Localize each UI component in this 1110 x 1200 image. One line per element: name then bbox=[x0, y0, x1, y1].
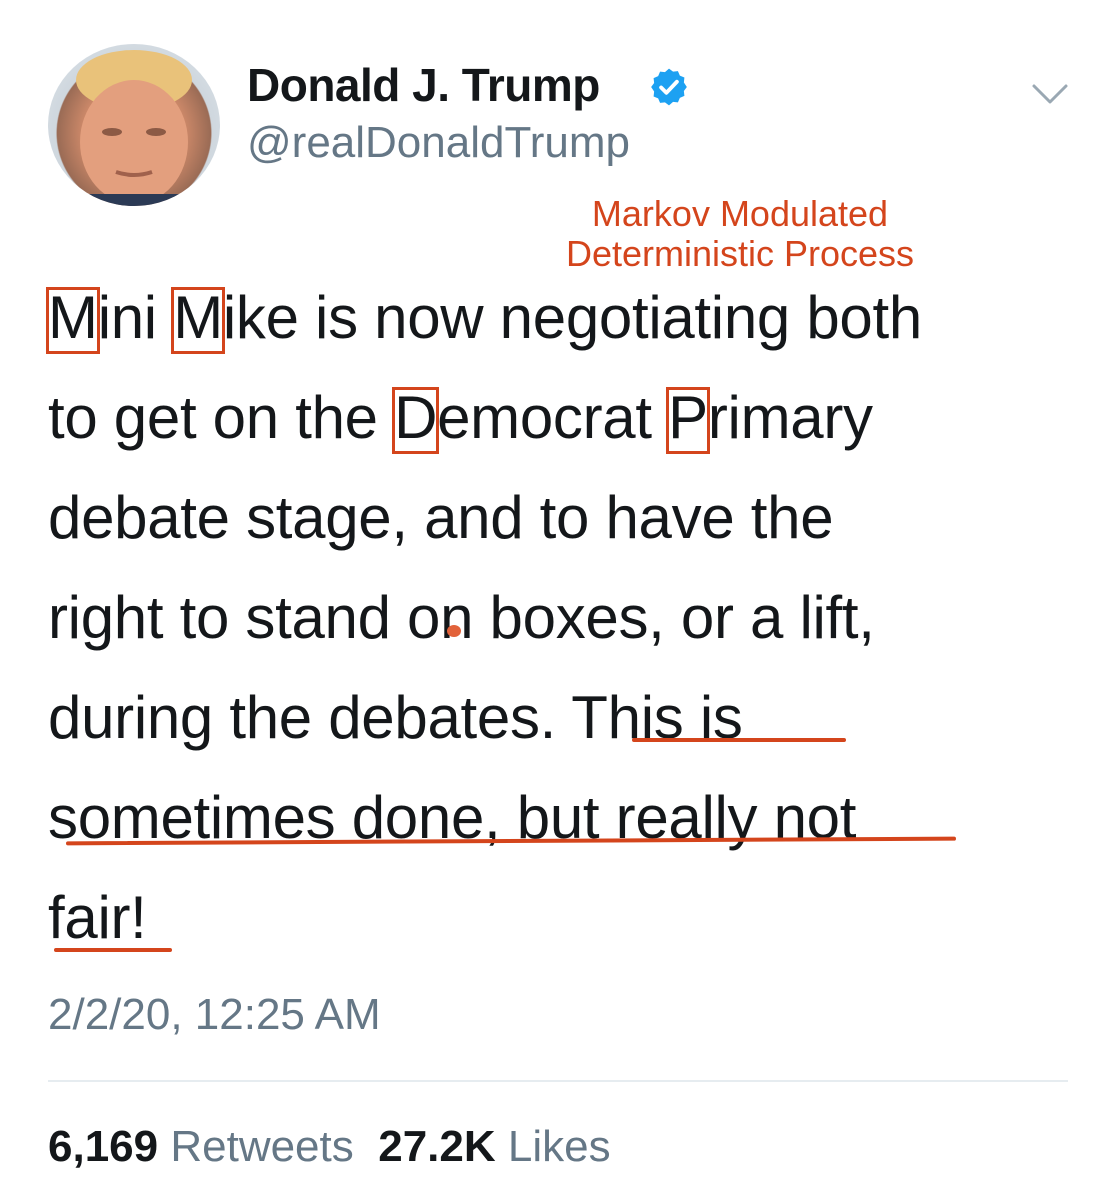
tweet-text-segment: ike is now negotiating both bbox=[222, 284, 922, 351]
highlight-box: M bbox=[171, 268, 225, 368]
tweet-text-segment: emocrat bbox=[437, 384, 669, 451]
avatar-portrait bbox=[76, 50, 192, 206]
retweets-stat[interactable]: 6,169 Retweets bbox=[48, 1122, 354, 1171]
tweet-text-segment: ini bbox=[97, 284, 174, 351]
tweet-line-6: sometimes done, but really not bbox=[48, 784, 857, 851]
likes-count: 27.2K bbox=[378, 1122, 496, 1171]
tweet-timestamp[interactable]: 2/2/20, 12:25 AM bbox=[48, 990, 381, 1040]
annotation-dot bbox=[447, 625, 461, 637]
tweet-stats: 6,169 Retweets 27.2K Likes bbox=[48, 1122, 611, 1172]
author-display-name[interactable]: Donald J. Trump bbox=[247, 58, 600, 112]
annotation-line-1: Markov Modulated bbox=[591, 193, 889, 234]
tweet-line-7: fair! bbox=[48, 884, 147, 951]
verified-badge-icon bbox=[651, 68, 687, 106]
highlight-box: D bbox=[392, 368, 440, 468]
chevron-down-icon[interactable] bbox=[1030, 82, 1070, 106]
underline-mark bbox=[632, 738, 846, 742]
likes-label: Likes bbox=[507, 1122, 611, 1171]
tweet-line-5: during the debates. This is bbox=[48, 684, 743, 751]
tweet-line-3: debate stage, and to have the bbox=[48, 484, 834, 551]
divider bbox=[48, 1080, 1068, 1082]
retweets-count: 6,169 bbox=[48, 1122, 159, 1171]
underline-mark bbox=[54, 948, 172, 952]
highlight-box: M bbox=[46, 268, 100, 368]
highlight-box: P bbox=[666, 368, 710, 468]
author-handle[interactable]: @realDonaldTrump bbox=[247, 118, 630, 168]
tweet-text-segment: rimary bbox=[707, 384, 873, 451]
tweet-line-4: right to stand on boxes, or a lift, bbox=[48, 584, 875, 651]
tweet-text-segment: to get on the bbox=[48, 384, 395, 451]
tweet-text: Mini Mike is now negotiating both to get… bbox=[46, 268, 1078, 968]
likes-stat[interactable]: 27.2K Likes bbox=[378, 1122, 610, 1171]
tweet-line-1: Mini Mike is now negotiating both bbox=[46, 268, 1078, 368]
annotation-label: Markov Modulated Deterministic Process bbox=[520, 194, 960, 274]
avatar[interactable] bbox=[48, 44, 220, 206]
tweet-line-2: to get on the Democrat Primary bbox=[48, 368, 1078, 468]
retweets-label: Retweets bbox=[170, 1122, 354, 1171]
